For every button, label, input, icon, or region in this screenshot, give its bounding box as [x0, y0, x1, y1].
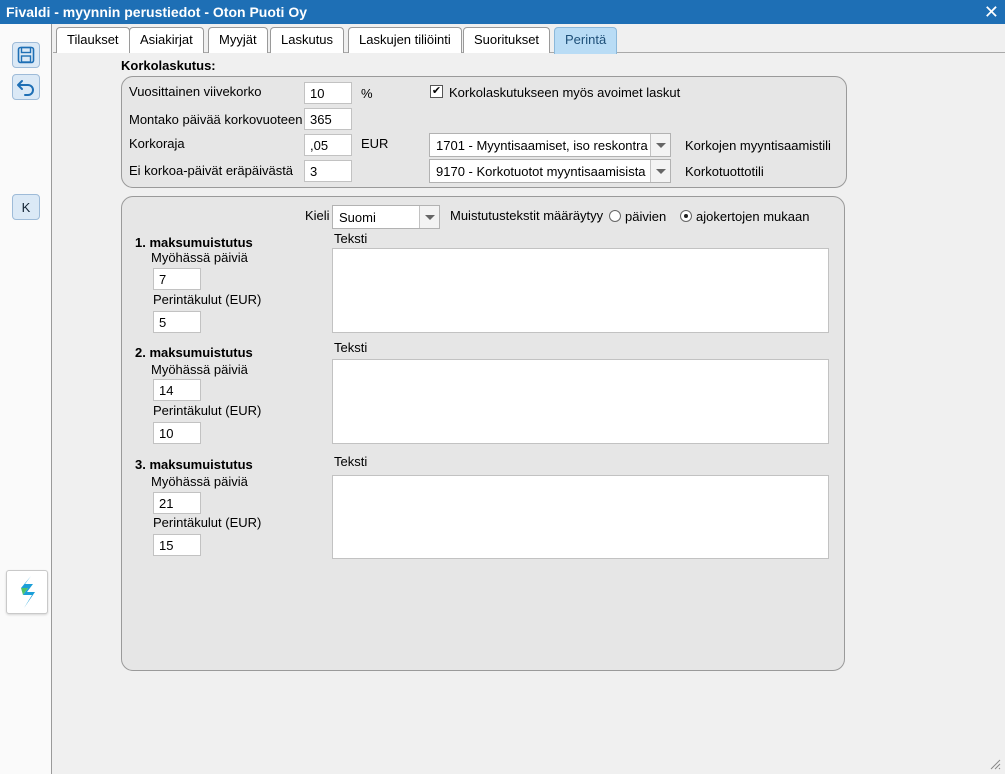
- days-label: Montako päivää korkovuoteen: [129, 112, 303, 127]
- language-select[interactable]: Suomi: [332, 205, 440, 229]
- reminder-2-fee-input[interactable]: [153, 422, 201, 444]
- reminder-1-fee-input[interactable]: [153, 311, 201, 333]
- save-icon: [17, 46, 35, 64]
- reminder-1-text-area[interactable]: [332, 248, 829, 333]
- section-title-interest: Korkolaskutus:: [121, 58, 216, 73]
- annual-rate-label: Vuosittainen viivekorko: [129, 84, 262, 99]
- tab-suoritukset[interactable]: Suoritukset: [463, 27, 551, 53]
- tab-myyjat[interactable]: Myyjät: [208, 27, 268, 53]
- reminder-3-fee-label: Perintäkulut (EUR): [153, 515, 262, 530]
- reminder-3-fee-input[interactable]: [153, 534, 201, 556]
- language-value: Suomi: [339, 210, 376, 225]
- no-interest-label: Ei korkoa-päivät eräpäivästä: [129, 163, 294, 178]
- tab-perinta[interactable]: Perintä: [554, 27, 618, 54]
- receivables-account-value: 1701 - Myyntisaamiset, iso reskontra: [436, 138, 648, 153]
- undo-icon: [17, 80, 34, 96]
- radio-days-label: päivien: [625, 209, 667, 224]
- tab-bar: Tilaukset Asiakirjat Myyjät Laskutus Las…: [53, 24, 1005, 54]
- fivaldi-logo-icon: [21, 576, 35, 608]
- tab-laskujen-tiliointi[interactable]: Laskujen tiliöinti: [348, 27, 462, 53]
- reminder-3-late-days-label: Myöhässä päiviä: [151, 474, 248, 489]
- chevron-down-icon: [650, 134, 670, 156]
- main-panel: Tilaukset Asiakirjat Myyjät Laskutus Las…: [53, 24, 1005, 774]
- k-button[interactable]: K: [12, 194, 40, 220]
- limit-unit: EUR: [361, 136, 389, 151]
- rule-label: Muistutustekstit määräytyy: [450, 208, 604, 223]
- reminder-2-title: 2. maksumuistutus: [135, 345, 253, 360]
- reminder-1-title: 1. maksumuistutus: [135, 235, 253, 250]
- income-account-value: 9170 - Korkotuotot myyntisaamisista: [436, 164, 646, 179]
- tab-asiakirjat[interactable]: Asiakirjat: [129, 27, 204, 53]
- annual-rate-input[interactable]: [304, 82, 352, 104]
- save-button[interactable]: [12, 42, 40, 68]
- reminder-3-late-days-input[interactable]: [153, 492, 201, 514]
- reminder-2-late-days-input[interactable]: [153, 379, 201, 401]
- income-account-label: Korkotuottotili: [685, 164, 764, 179]
- reminder-3-text-label: Teksti: [334, 454, 368, 469]
- reminder-1-text-label: Teksti: [334, 231, 368, 246]
- income-account-select[interactable]: 9170 - Korkotuotot myyntisaamisista: [429, 159, 671, 183]
- side-toolbar: K: [0, 24, 52, 774]
- tab-laskutus[interactable]: Laskutus: [270, 27, 345, 53]
- reminder-3-title: 3. maksumuistutus: [135, 457, 253, 472]
- close-icon[interactable]: ✕: [984, 1, 999, 23]
- days-input[interactable]: [304, 108, 352, 130]
- interest-group: Vuosittainen viivekorko % ✔ Korkolaskutu…: [121, 76, 847, 188]
- undo-button[interactable]: [12, 74, 40, 100]
- radio-runs[interactable]: [680, 210, 692, 222]
- resize-grip-icon[interactable]: [989, 758, 1001, 770]
- reminder-1-late-days-label: Myöhässä päiviä: [151, 250, 248, 265]
- language-label: Kieli: [305, 208, 330, 223]
- open-invoices-checkbox[interactable]: ✔: [430, 85, 443, 98]
- fivaldi-logo-button[interactable]: [6, 570, 48, 614]
- receivables-account-select[interactable]: 1701 - Myyntisaamiset, iso reskontra: [429, 133, 671, 157]
- radio-runs-label: ajokertojen mukaan: [696, 209, 810, 224]
- reminder-1-fee-label: Perintäkulut (EUR): [153, 292, 262, 307]
- radio-days[interactable]: [609, 210, 621, 222]
- reminders-group: Kieli Suomi Muistutustekstit määräytyy p…: [121, 196, 845, 671]
- reminder-2-text-area[interactable]: [332, 359, 829, 444]
- reminder-1-late-days-input[interactable]: [153, 268, 201, 290]
- receivables-account-label: Korkojen myyntisaamistili: [685, 138, 831, 153]
- no-interest-input[interactable]: [304, 160, 352, 182]
- chevron-down-icon: [419, 206, 439, 228]
- window-title: Fivaldi - myynnin perustiedot - Oton Puo…: [6, 4, 308, 20]
- reminder-2-text-label: Teksti: [334, 340, 368, 355]
- reminder-2-late-days-label: Myöhässä päiviä: [151, 362, 248, 377]
- open-invoices-label: Korkolaskutukseen myös avoimet laskut: [449, 85, 681, 100]
- reminder-2-fee-label: Perintäkulut (EUR): [153, 403, 262, 418]
- chevron-down-icon: [650, 160, 670, 182]
- limit-label: Korkoraja: [129, 136, 185, 151]
- reminder-3-text-area[interactable]: [332, 475, 829, 559]
- limit-input[interactable]: [304, 134, 352, 156]
- annual-rate-unit: %: [361, 86, 373, 101]
- tab-tilaukset[interactable]: Tilaukset: [56, 27, 130, 53]
- title-bar: Fivaldi - myynnin perustiedot - Oton Puo…: [0, 0, 1005, 24]
